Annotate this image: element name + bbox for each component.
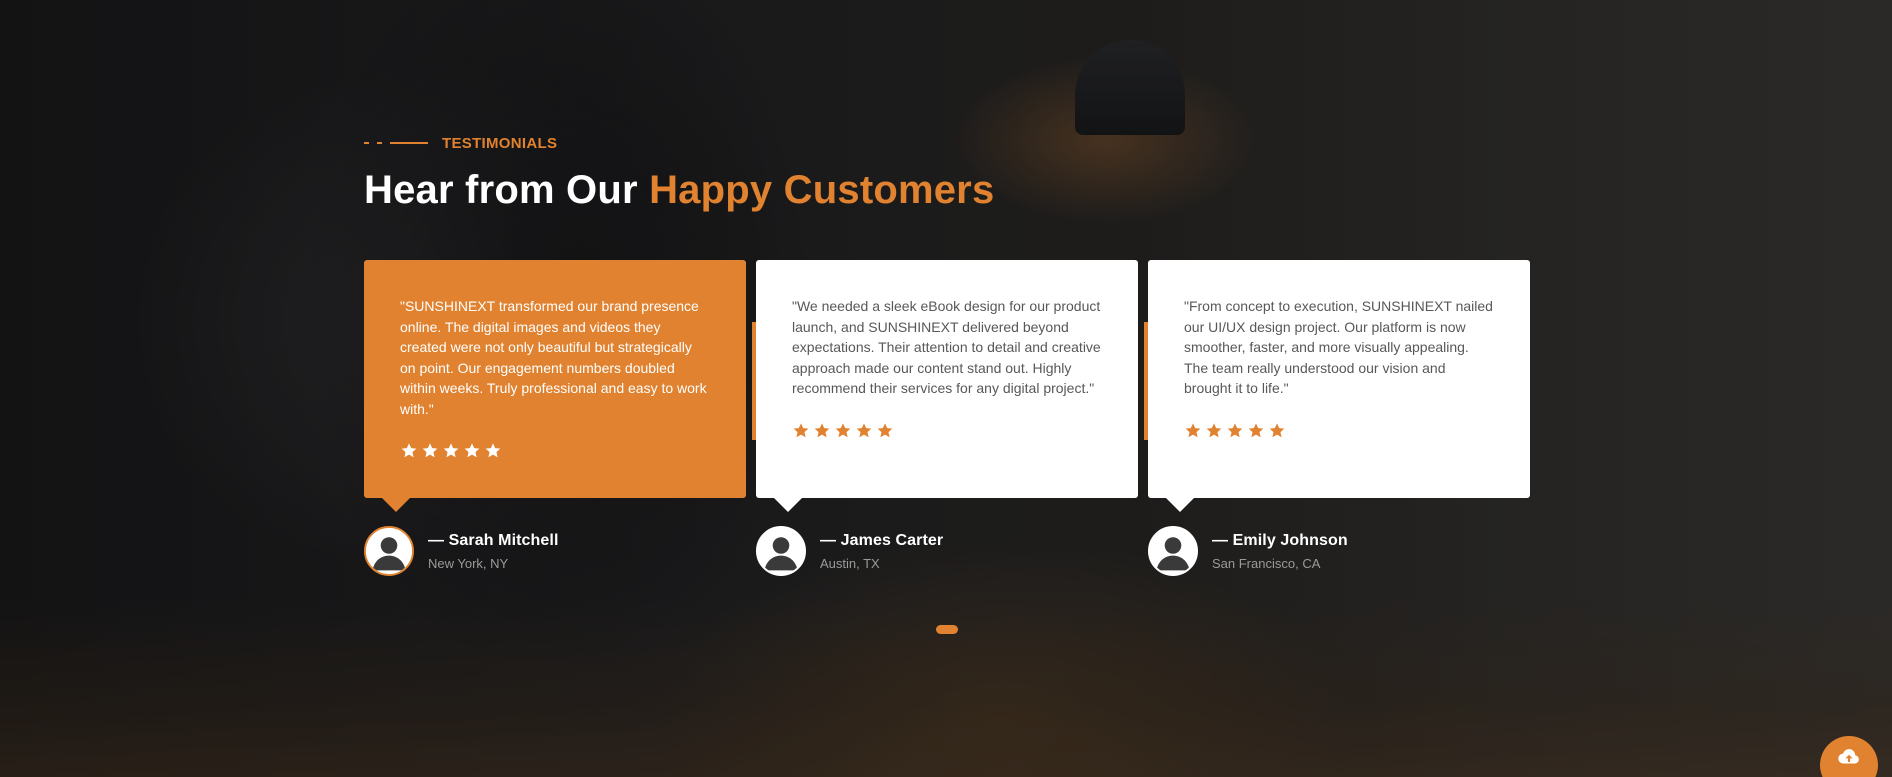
star-icon	[464, 443, 480, 458]
star-icon	[1248, 422, 1264, 437]
author-name: — Emily Johnson	[1212, 531, 1348, 549]
star-icon	[856, 422, 872, 437]
star-icon	[401, 443, 417, 458]
carousel-dot-active[interactable]	[936, 625, 958, 634]
star-icon	[1206, 422, 1222, 437]
section-title-accent: Happy Customers	[649, 168, 995, 212]
eyebrow-label: TESTIMONIALS	[442, 134, 558, 152]
testimonial-quote: "SUNSHINEXT transformed our brand presen…	[400, 298, 707, 417]
author-location: San Francisco, CA	[1212, 555, 1321, 571]
user-avatar-icon	[364, 526, 414, 576]
card-side-accent	[752, 322, 756, 440]
star-icon	[443, 443, 459, 458]
user-avatar-icon	[1148, 526, 1198, 576]
carousel-pagination	[936, 625, 958, 634]
user-avatar-icon	[756, 526, 806, 576]
testimonials-section: TESTIMONIALS Hear from Our Happy Custome…	[0, 0, 1892, 777]
star-icon	[1227, 422, 1243, 437]
testimonial-author: — Emily Johnson San Francisco, CA	[1148, 526, 1348, 576]
star-rating	[1184, 421, 1494, 439]
star-icon	[793, 422, 809, 437]
testimonial-quote: "From concept to execution, SUNSHINEXT n…	[1184, 298, 1493, 396]
testimonial-card[interactable]: "SUNSHINEXT transformed our brand presen…	[364, 260, 746, 512]
cloud-upload-button[interactable]	[1820, 736, 1878, 777]
author-location: New York, NY	[428, 555, 509, 571]
testimonial-card[interactable]: "We needed a sleek eBook design for our …	[752, 260, 1138, 512]
author-name: — James Carter	[820, 531, 944, 549]
section-title-main: Hear from Our	[364, 168, 650, 212]
section-eyebrow: TESTIMONIALS	[364, 134, 557, 152]
star-icon	[877, 422, 893, 437]
testimonial-quote: "We needed a sleek eBook design for our …	[792, 298, 1101, 396]
section-title: Hear from Our Happy Customers	[364, 168, 994, 213]
star-icon	[485, 443, 501, 458]
eyebrow-decoration	[364, 142, 428, 144]
star-rating	[792, 421, 1102, 439]
star-icon	[1269, 422, 1285, 437]
star-icon	[835, 422, 851, 437]
star-icon	[1185, 422, 1201, 437]
testimonial-author: — James Carter Austin, TX	[756, 526, 943, 576]
testimonial-author: — Sarah Mitchell New York, NY	[364, 526, 559, 576]
star-icon	[814, 422, 830, 437]
star-rating	[400, 441, 710, 459]
testimonial-card[interactable]: "From concept to execution, SUNSHINEXT n…	[1144, 260, 1530, 512]
star-icon	[422, 443, 438, 458]
cloud-upload-icon	[1838, 749, 1859, 764]
author-name: — Sarah Mitchell	[428, 531, 559, 549]
card-side-accent	[1144, 322, 1148, 440]
author-location: Austin, TX	[820, 555, 880, 571]
